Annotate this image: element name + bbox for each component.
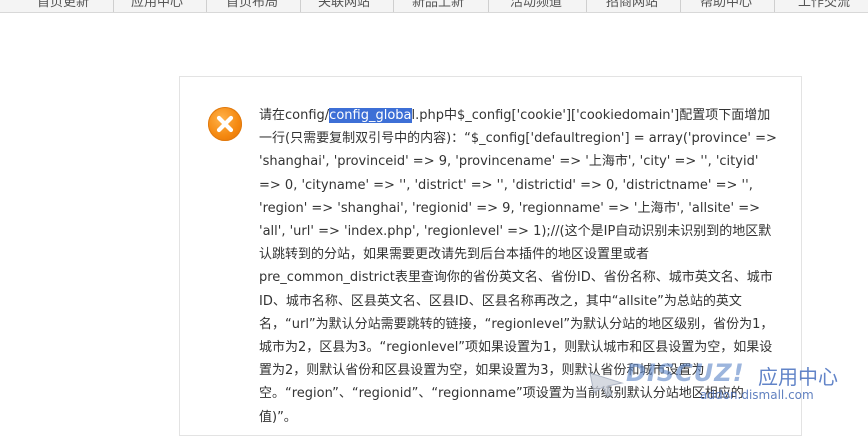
nav-separator <box>586 0 587 12</box>
nav-separator <box>113 0 114 12</box>
nav-tab-merchants[interactable]: 招商网站 <box>606 0 666 11</box>
nav-separator <box>488 0 489 12</box>
error-message: 请在config/config_global.php中$_config['coo… <box>259 104 779 429</box>
nav-separator <box>393 0 394 12</box>
nav-separator <box>206 0 207 12</box>
nav-separator <box>774 0 775 12</box>
nav-tab-events[interactable]: 活动频道 <box>510 0 570 11</box>
nav-tab-new[interactable]: 新品上新 <box>412 0 472 11</box>
top-navigation-bar: 首页更新 应用中心 首页布局 关联网站 新品上新 活动频道 招商网站 帮助中心 … <box>0 0 868 13</box>
message-prefix: 请在config/ <box>259 108 330 123</box>
nav-separator <box>300 0 301 12</box>
message-body: l.php中$_config['cookie']['cookiedomain']… <box>259 108 777 425</box>
selected-text: config_globa <box>329 108 412 123</box>
error-icon <box>208 107 242 141</box>
nav-separator <box>680 0 681 12</box>
nav-tab-apps[interactable]: 应用中心 <box>131 0 191 11</box>
nav-tab-exchange[interactable]: 工作交流 <box>798 0 858 11</box>
nav-tab-links[interactable]: 关联网站 <box>318 0 378 11</box>
nav-tab-home[interactable]: 首页更新 <box>37 0 97 11</box>
nav-tab-help[interactable]: 帮助中心 <box>700 0 760 11</box>
close-x-icon <box>216 115 234 133</box>
nav-tab-layout[interactable]: 首页布局 <box>226 0 286 11</box>
